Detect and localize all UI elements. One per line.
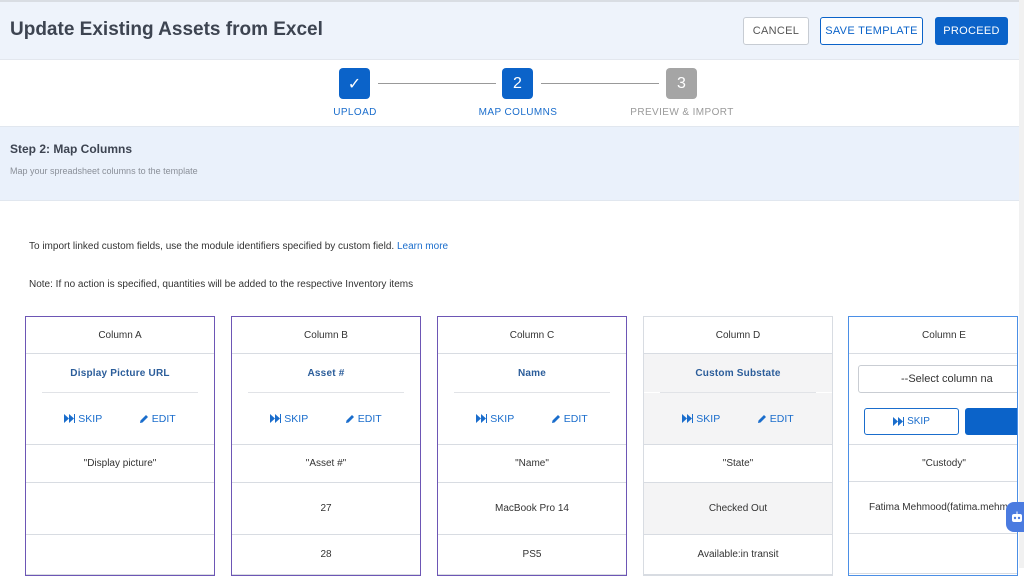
- quantity-note: Note: If no action is specified, quantit…: [29, 279, 414, 290]
- save-template-button[interactable]: SAVE TEMPLATE: [820, 17, 923, 45]
- column-select-dropdown[interactable]: --Select column na: [858, 365, 1017, 393]
- learn-more-link[interactable]: Learn more: [397, 241, 448, 252]
- data-cell: MacBook Pro 14: [438, 483, 626, 535]
- step-map-columns-label[interactable]: MAP COLUMNS: [448, 107, 588, 118]
- column-title: Column D: [644, 317, 832, 354]
- mapped-field: Name: [517, 367, 547, 379]
- step-connector: [541, 83, 659, 84]
- edit-button[interactable]: EDIT: [551, 413, 588, 425]
- skip-button[interactable]: SKIP: [270, 413, 308, 425]
- edit-button[interactable]: EDIT: [345, 413, 382, 425]
- edit-button[interactable]: EDIT: [139, 413, 176, 425]
- column-card-b: Column B Asset # SKIP EDIT "Asset #" 27 …: [231, 316, 421, 576]
- chat-assistant-button[interactable]: [1006, 502, 1024, 532]
- edit-button[interactable]: EDIT: [757, 413, 794, 425]
- page-title: Update Existing Assets from Excel: [10, 19, 323, 40]
- stepper: ✓ 2 3 UPLOAD MAP COLUMNS PREVIEW & IMPOR…: [0, 60, 1024, 126]
- skip-icon: [476, 414, 488, 423]
- step-title: Step 2: Map Columns: [10, 142, 133, 156]
- page-header: Update Existing Assets from Excel CANCEL…: [0, 0, 1024, 60]
- pencil-icon: [551, 414, 560, 423]
- column-actions: SKIP EDIT: [26, 393, 214, 445]
- linked-fields-info: To import linked custom fields, use the …: [29, 241, 448, 252]
- column-actions: SKIP EDIT: [232, 393, 420, 445]
- step-upload-label[interactable]: UPLOAD: [285, 107, 425, 118]
- data-cell: Available:in transit: [644, 535, 832, 575]
- linked-fields-text: To import linked custom fields, use the …: [29, 241, 395, 252]
- data-cell: PS5: [438, 535, 626, 575]
- step-subtitle: Map your spreadsheet columns to the temp…: [10, 166, 198, 176]
- proceed-button[interactable]: PROCEED: [935, 17, 1008, 45]
- header-value-cell: "Name": [438, 445, 626, 483]
- column-title: Column B: [232, 317, 420, 354]
- pencil-icon: [139, 414, 148, 423]
- page-scrollbar[interactable]: [1019, 0, 1024, 568]
- pencil-icon: [345, 414, 354, 423]
- data-cell: 27: [232, 483, 420, 535]
- skip-icon: [893, 417, 905, 426]
- pencil-icon: [757, 414, 766, 423]
- column-card-d: Column D Custom Substate SKIP EDIT "Stat…: [643, 316, 833, 576]
- column-title: Column C: [438, 317, 626, 354]
- column-card-c: Column C Name SKIP EDIT "Name" MacBook P…: [437, 316, 627, 576]
- skip-icon: [64, 414, 76, 423]
- data-cell: 28: [232, 535, 420, 575]
- cancel-button[interactable]: CANCEL: [743, 17, 809, 45]
- header-value-cell: "Asset #": [232, 445, 420, 483]
- skip-button[interactable]: SKIP: [864, 408, 959, 435]
- header-value-cell: "State": [644, 445, 832, 483]
- column-actions: SKIP EDIT: [644, 393, 832, 445]
- data-cell: [26, 535, 214, 575]
- skip-button[interactable]: SKIP: [476, 413, 514, 425]
- step-preview-label: PREVIEW & IMPORT: [630, 107, 734, 118]
- data-cell: [849, 534, 1017, 574]
- map-button[interactable]: [965, 408, 1017, 435]
- step-connector: [378, 83, 496, 84]
- step-upload-indicator[interactable]: ✓: [339, 68, 370, 99]
- column-actions: SKIP EDIT: [438, 393, 626, 445]
- skip-icon: [682, 414, 694, 423]
- mapped-field: Asset #: [307, 367, 345, 379]
- column-title: Column A: [26, 317, 214, 354]
- column-card-e: Column E --Select column na SKIP "Custod…: [848, 316, 1018, 576]
- skip-button[interactable]: SKIP: [64, 413, 102, 425]
- data-cell: [26, 483, 214, 535]
- header-value-cell: "Custody": [849, 444, 1017, 482]
- skip-button[interactable]: SKIP: [682, 413, 720, 425]
- step-header: Step 2: Map Columns Map your spreadsheet…: [0, 126, 1024, 201]
- header-value-cell: "Display picture": [26, 445, 214, 483]
- mapped-field: Display Picture URL: [70, 367, 170, 379]
- step-preview-indicator: 3: [666, 68, 697, 99]
- robot-icon: [1012, 511, 1022, 522]
- data-cell: Fatima Mehmood(fatima.mehmoo: [849, 482, 1017, 534]
- column-card-a: Column A Display Picture URL SKIP EDIT "…: [25, 316, 215, 576]
- skip-icon: [270, 414, 282, 423]
- column-title: Column E: [849, 317, 1017, 354]
- step-map-columns-indicator[interactable]: 2: [502, 68, 533, 99]
- data-cell: Checked Out: [644, 483, 832, 535]
- mapped-field: Custom Substate: [644, 354, 832, 392]
